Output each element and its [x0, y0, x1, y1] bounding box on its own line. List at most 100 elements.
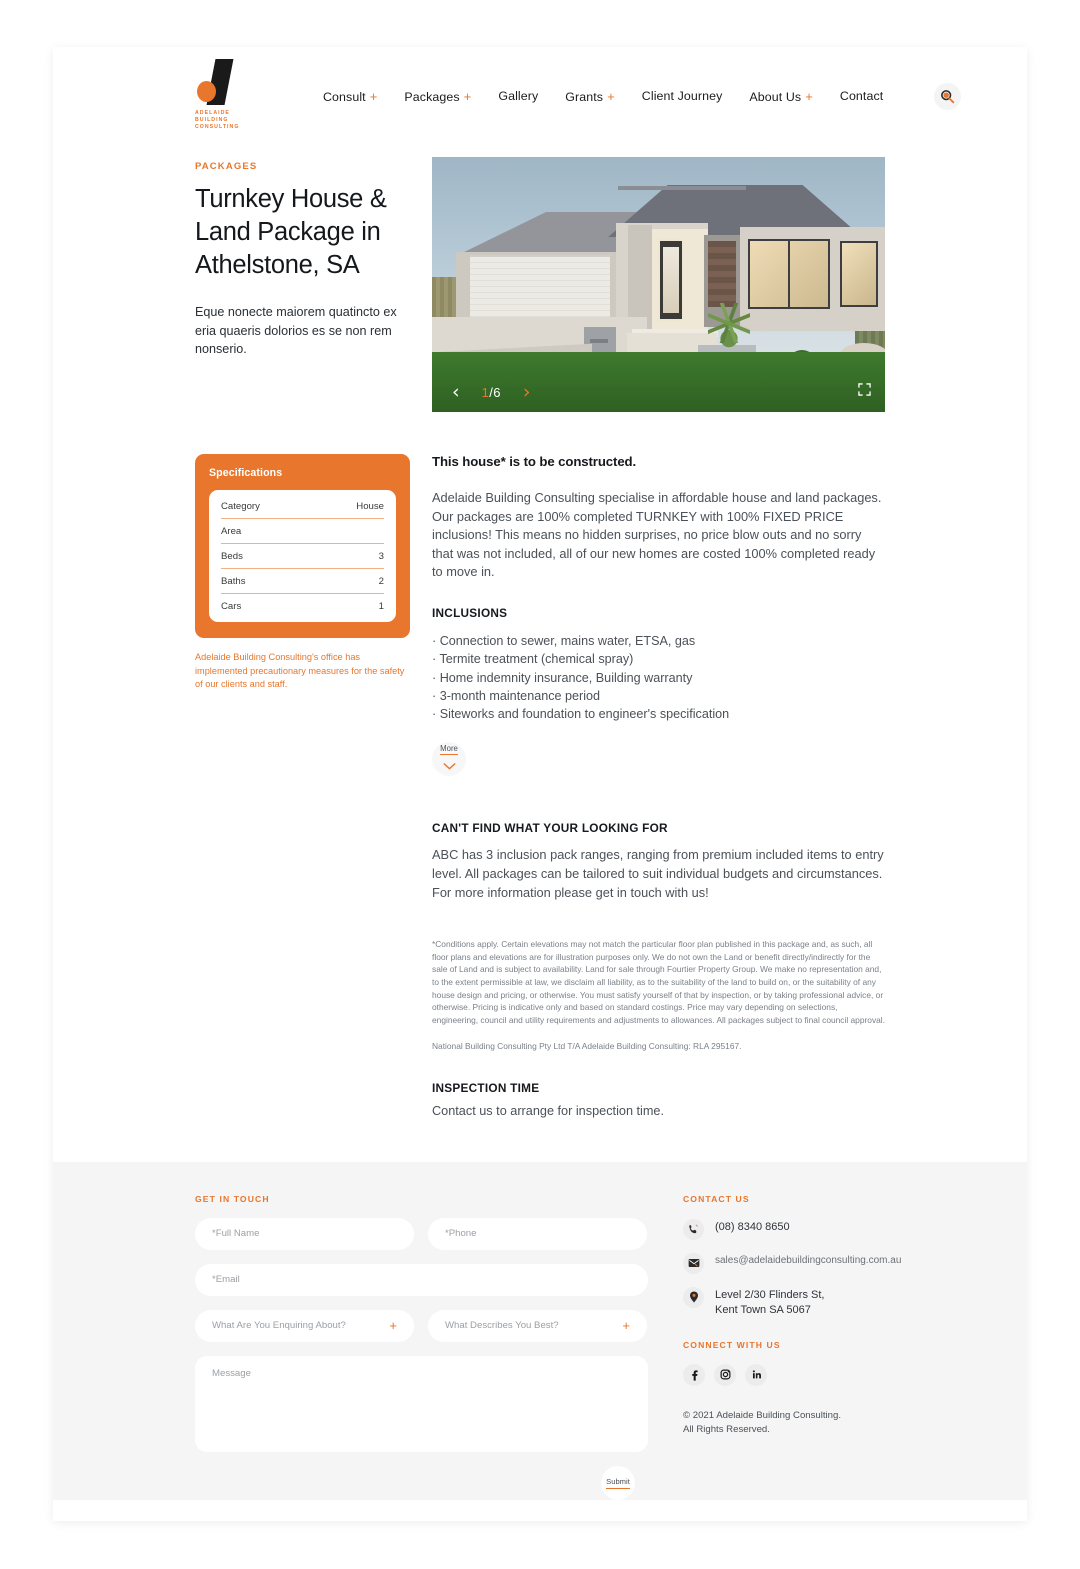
hero-text-column: PACKAGES Turnkey House & Land Package in…: [195, 157, 410, 412]
spec-label: Beds: [221, 550, 243, 562]
carousel-total: /6: [489, 384, 501, 400]
email-row[interactable]: sales@adelaidebuildingconsulting.com.au: [683, 1252, 923, 1274]
logo-orange-dot: [197, 81, 216, 102]
covid-notice: Adelaide Building Consulting's office ha…: [195, 652, 405, 689]
page-title: Turnkey House & Land Package in Athelsto…: [195, 185, 387, 279]
connect-eyebrow: CONNECT WITH US: [683, 1339, 781, 1350]
instagram-link[interactable]: [714, 1363, 736, 1386]
table-row: Area: [221, 519, 384, 544]
nav-item-grants[interactable]: Grants +: [565, 89, 615, 104]
fullscreen-icon: [858, 383, 871, 396]
logo-wordmark-line1: ADELAIDE: [195, 110, 230, 116]
window-small: [840, 241, 878, 307]
garage-door: [470, 255, 610, 317]
phone-row[interactable]: (08) 8340 8650: [683, 1218, 923, 1240]
spec-label: Baths: [221, 575, 246, 587]
submit-button-label: Submit: [606, 1477, 630, 1489]
logo-wordmark: ADELAIDE BUILDING CONSULTING: [195, 110, 245, 131]
carousel-counter: 1/6: [482, 385, 501, 400]
location-pin-icon: [683, 1286, 704, 1308]
table-row: Beds 3: [221, 544, 384, 569]
window-mullion: [788, 239, 790, 309]
list-item: · Siteworks and foundation to engineer's…: [432, 707, 730, 722]
logo-mark-icon: [195, 59, 245, 109]
contact-eyebrow: CONTACT US: [683, 1193, 750, 1204]
nav-item-contact[interactable]: Contact: [840, 89, 883, 103]
nav-item-consult[interactable]: Consult +: [323, 89, 377, 104]
nav-item-about-us[interactable]: About Us +: [749, 89, 812, 104]
email-address: sales@adelaidebuildingconsulting.com.au: [715, 1254, 902, 1266]
copyright: © 2021 Adelaide Building Consulting. All…: [683, 1409, 923, 1437]
spec-label: Category: [221, 500, 260, 512]
list-item: · Termite treatment (chemical spray): [432, 652, 634, 667]
spec-value: 3: [378, 550, 384, 562]
nav-item-label: Gallery: [498, 89, 539, 103]
enquiry-type-label: What Are You Enquiring About?: [212, 1320, 346, 1332]
phone-input[interactable]: *Phone: [428, 1217, 647, 1250]
message-placeholder: Message: [212, 1367, 251, 1379]
form-row: *Full Name *Phone: [195, 1217, 648, 1250]
plus-icon: +: [389, 1318, 397, 1334]
brand-logo[interactable]: ADELAIDE BUILDING CONSULTING: [195, 59, 245, 133]
specifications-title: Specifications: [209, 467, 283, 479]
list-item: · 3-month maintenance period: [432, 688, 601, 703]
email-input[interactable]: *Email: [195, 1263, 648, 1296]
site-header: ADELAIDE BUILDING CONSULTING Consult + P…: [53, 47, 1027, 145]
address-row[interactable]: Level 2/30 Flinders St, Kent Town SA 506…: [683, 1286, 923, 1318]
logo-wordmark-line3: CONSULTING: [195, 124, 240, 130]
full-name-placeholder: *Full Name: [212, 1228, 260, 1240]
nav-item-label: Consult: [323, 89, 366, 104]
nav-item-gallery[interactable]: Gallery: [498, 89, 538, 103]
fullscreen-button[interactable]: [858, 383, 871, 401]
address-line-2: Kent Town SA 5067: [715, 1303, 811, 1316]
form-eyebrow: GET IN TOUCH: [195, 1193, 270, 1204]
phone-placeholder: *Phone: [445, 1228, 477, 1240]
full-name-input[interactable]: *Full Name: [195, 1217, 414, 1250]
licence-text: National Building Consulting Pty Ltd T/A…: [432, 1041, 742, 1052]
address-line-1: Level 2/30 Flinders St,: [715, 1288, 825, 1301]
carousel-prev-button[interactable]: ‹: [446, 382, 466, 402]
submit-button[interactable]: Submit: [601, 1465, 635, 1500]
nav-item-label: Grants: [565, 89, 604, 104]
facebook-link[interactable]: [683, 1363, 705, 1386]
table-row: Cars 1: [221, 594, 384, 618]
description-column: This house* is to be constructed. Adelai…: [432, 454, 885, 1162]
email-icon: [683, 1252, 704, 1274]
search-button[interactable]: [934, 82, 962, 110]
property-image-carousel[interactable]: ‹ 1/6 ›: [432, 157, 885, 412]
plus-icon: +: [369, 88, 378, 104]
message-textarea[interactable]: Message: [195, 1355, 648, 1452]
table-row: Baths 2: [221, 569, 384, 594]
specifications-card: Specifications Category House Area Beds …: [195, 454, 410, 638]
nav-item-client-journey[interactable]: Client Journey: [642, 89, 723, 103]
instagram-icon: [720, 1370, 730, 1380]
spec-label: Cars: [221, 600, 242, 612]
form-row: Message: [195, 1355, 648, 1452]
phone-number: (08) 8340 8650: [715, 1220, 790, 1233]
plus-icon: +: [463, 88, 472, 104]
inclusions-heading: INCLUSIONS: [432, 605, 508, 620]
spec-value: House: [356, 500, 384, 512]
enquiry-type-select[interactable]: What Are You Enquiring About? +: [195, 1309, 414, 1342]
inspection-block: INSPECTION TIME Contact us to arrange fo…: [432, 1081, 885, 1162]
form-row: *Email: [195, 1263, 648, 1296]
more-button[interactable]: More: [432, 742, 466, 777]
describes-you-select[interactable]: What Describes You Best? +: [428, 1309, 647, 1342]
carousel-next-button[interactable]: ›: [517, 382, 537, 402]
form-row: What Are You Enquiring About? + What Des…: [195, 1309, 648, 1342]
breadcrumb-eyebrow: PACKAGES: [195, 161, 258, 172]
door-interior-glow: [663, 247, 679, 313]
copyright-line-2: All Rights Reserved.: [683, 1423, 770, 1435]
email-placeholder: *Email: [212, 1274, 240, 1286]
submit-row: Submit: [195, 1465, 648, 1500]
main-nav: Consult + Packages + Gallery Grants + Cl…: [323, 82, 962, 110]
table-row: Category House: [221, 494, 384, 519]
specifications-table: Category House Area Beds 3 Baths 2 Cars …: [209, 490, 396, 622]
hero-section: PACKAGES Turnkey House & Land Package in…: [53, 145, 1027, 412]
linkedin-link[interactable]: [745, 1363, 767, 1386]
main-content: Specifications Category House Area Beds …: [53, 412, 1027, 1162]
search-icon: [941, 89, 955, 103]
nav-item-packages[interactable]: Packages +: [404, 89, 471, 104]
logo-wordmark-line2: BUILDING: [195, 117, 229, 123]
more-button-label: More: [440, 743, 458, 755]
